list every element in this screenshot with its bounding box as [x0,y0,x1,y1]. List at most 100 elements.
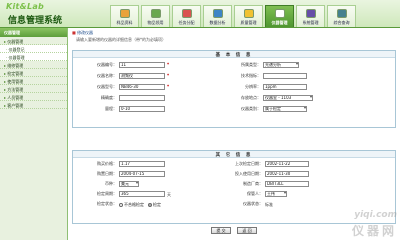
breadcrumb-marker: ■ [72,30,76,35]
nav-item-3[interactable]: 数据分析 [203,5,232,27]
sidebar-item-6[interactable]: 方法管理 [0,85,67,93]
main-content: ■ 修改仪器 请输入要新增的仪器的详细信息（带*的为必填项） 基 本 信 息 仪… [72,30,396,240]
nav-label: 数据分析 [209,20,226,25]
nav-label: 系统管理 [302,20,319,25]
status-option-0: 不合格检定 [124,202,144,207]
start-date-input[interactable]: 2002-11-30 [265,171,309,177]
resolution-input[interactable]: 1ppm [263,84,307,90]
app-logo: Kit&Lab 信息管理系统 [2,2,84,26]
settings-icon [305,9,316,18]
basic-info-title: 基 本 信 息 [73,51,395,58]
sidebar-item-8[interactable]: 客户管理 [0,101,67,109]
query-icon [336,9,347,18]
nav-label: 质量管理 [240,20,257,25]
currency-select[interactable]: 美元 [119,181,139,187]
location-select[interactable]: 仪器室 - 1103 [263,95,313,101]
state-value: 标准 [265,202,273,207]
status-option-1: 检定 [153,202,161,207]
nav-label: 物品领用 [147,20,164,25]
model-input[interactable]: NB46-30 [119,84,165,90]
tech-label: 技术指标： [241,73,261,78]
instrument-name-input[interactable]: 测频仪 [119,73,165,79]
nav-item-1[interactable]: 物品领用 [141,5,170,27]
breadcrumb: ■ 修改仪器 [72,30,396,37]
nav-item-5[interactable]: 仪器管理 [265,5,294,27]
nav-item-6[interactable]: 系统管理 [296,5,325,27]
watermark: yiqi.com 仪器网 [335,210,397,238]
sidebar-item-5[interactable]: 使用管理 [0,77,67,85]
class-label: 所属类型： [241,62,261,67]
nav-label: 综合查询 [333,20,350,25]
form-hint: 请输入要新增的仪器的详细信息（带*的为必填项） [76,37,166,42]
sidebar-menu: 仪器管理仪器登记仪器管理维修管理检定管理使用管理方法管理人员管理客户管理 [0,37,67,109]
required-mark: * [167,84,170,89]
status-radio-0[interactable] [119,203,123,207]
precision-input[interactable] [119,95,165,101]
start-date-label: 投入使用日期： [235,171,263,176]
sidebar-item-7[interactable]: 人员管理 [0,93,67,101]
currency-label: 币种： [105,181,117,186]
app-header: Kit&Lab 信息管理系统 样品资料 物品领用 任务分配 数据分析 质量管理 仪器管理 系… [0,0,400,28]
model-label: 仪器型号： [97,84,117,89]
logo-title: 信息管理系统 [8,16,63,26]
sidebar-item-4[interactable]: 检定管理 [0,69,67,77]
instrument-icon [274,9,285,18]
required-mark: * [167,73,170,78]
tech-input[interactable] [263,73,307,79]
logo-english: Kit&Lab [6,2,45,11]
last-check-input[interactable]: 2002-11-22 [265,161,309,167]
category-select[interactable]: 属于检定 [263,106,307,112]
period-label: 检定周期： [97,191,117,196]
sidebar-item-0[interactable]: 仪器管理 [0,37,67,45]
last-check-label: 上次检定日期： [235,161,263,166]
keeper-label: 保管人： [247,191,263,196]
nav-label: 样品资料 [116,20,133,25]
location-label: 存放地点： [241,95,261,100]
nav-item-2[interactable]: 任务分配 [172,5,201,27]
basic-info-panel: 基 本 信 息 仪器编号： 11 * 所属类型： 光谱分析 仪器名称： 测频仪 … [72,50,396,128]
nav-item-0[interactable]: 样品资料 [110,5,139,27]
precision-label: 精确度： [101,95,117,100]
item-icon [150,9,161,18]
class-select[interactable]: 光谱分析 [263,62,299,68]
maker-label: 制造厂商： [243,181,263,186]
nav-item-7[interactable]: 综合查询 [327,5,356,27]
main-nav: 样品资料 物品领用 任务分配 数据分析 质量管理 仪器管理 系统管理 综合查询 [110,5,358,27]
required-mark: * [167,62,170,67]
sidebar-item-1[interactable]: 仪器登记 [0,45,67,53]
breadcrumb-current: 修改仪器 [77,30,94,35]
buy-date-label: 购置日期： [97,171,117,176]
sidebar-title: 仪器管理 [0,28,67,37]
period-unit: 天 [167,192,171,197]
status-radio-group: 不合格检定 检定 [119,202,165,208]
state-label: 仪器状态： [243,201,263,206]
period-input[interactable]: 365 [119,191,165,197]
status-radio-1[interactable] [148,203,152,207]
nav-label: 任务分配 [178,20,195,25]
watermark-brand: 仪器网 [351,224,397,238]
price-input[interactable]: 1.17 [119,161,165,167]
task-icon [181,9,192,18]
range-input[interactable]: 0-10 [119,106,165,112]
nav-item-4[interactable]: 质量管理 [234,5,263,27]
sidebar: 仪器管理 仪器管理仪器登记仪器管理维修管理检定管理使用管理方法管理人员管理客户管… [0,28,68,240]
quality-icon [243,9,254,18]
other-info-title: 其 它 信 息 [73,151,395,158]
back-button[interactable]: 返 回 [237,227,257,234]
maker-input[interactable]: DBIT3LL [265,181,309,187]
status-label: 检定状态： [97,201,117,206]
instrument-code-input[interactable]: 11 [119,62,165,68]
buy-date-input[interactable]: 2004-07-15 [119,171,165,177]
resolution-label: 分辨率： [245,84,261,89]
instrument-code-label: 仪器编号： [97,62,117,67]
instrument-name-label: 仪器名称： [97,73,117,78]
submit-button[interactable]: 提 交 [211,227,231,234]
keeper-select[interactable]: 王伟 [265,191,287,197]
range-label: 量程： [105,106,117,111]
sample-icon [119,9,130,18]
nav-label: 仪器管理 [271,20,288,25]
sidebar-item-2[interactable]: 仪器管理 [0,53,67,61]
category-label: 仪器类别： [241,106,261,111]
sidebar-item-3[interactable]: 维修管理 [0,61,67,69]
chart-icon [212,9,223,18]
